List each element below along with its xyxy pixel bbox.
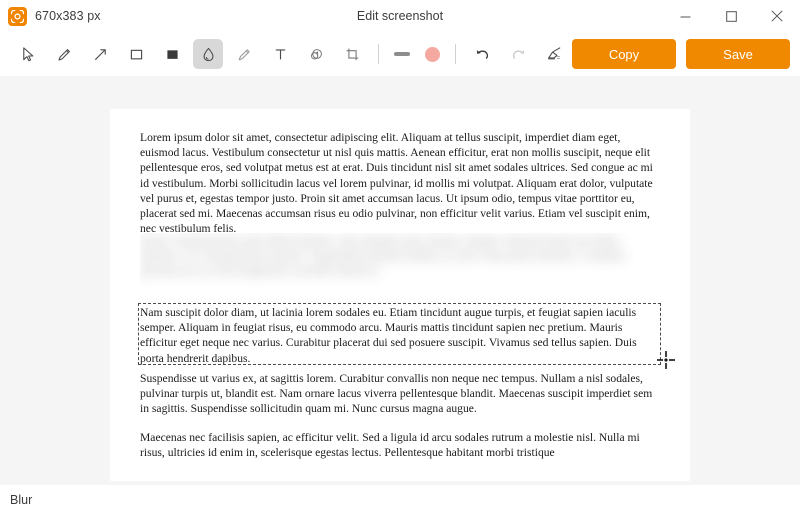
- toolbar-divider-2: [455, 44, 456, 64]
- clear-all-button[interactable]: [539, 39, 569, 69]
- document-text-selected: Nam suscipit dolor diam, ut lacinia lore…: [140, 305, 660, 366]
- document-text-top: Lorem ipsum dolor sit amet, consectetur …: [140, 130, 660, 249]
- thickness-bar-icon: [394, 52, 410, 56]
- close-button[interactable]: [754, 0, 800, 32]
- maximize-button[interactable]: [708, 0, 754, 32]
- blurred-paragraph-region[interactable]: Donec euismod purus eget nibh tincidunt,…: [140, 233, 660, 295]
- paragraph-4: Suspendisse ut varius ex, at sagittis lo…: [140, 372, 653, 416]
- blurred-paragraph-text: Donec euismod purus eget nibh tincidunt,…: [140, 234, 626, 278]
- canvas-area[interactable]: Lorem ipsum dolor sit amet, consectetur …: [0, 76, 800, 485]
- stroke-size-selector[interactable]: [387, 39, 417, 69]
- toolbar-divider: [378, 44, 379, 64]
- status-bar: Blur: [0, 485, 800, 515]
- edit-screenshot-window: 670x383 px Edit screenshot Copy Save Lor…: [0, 0, 800, 515]
- window-controls: [662, 0, 800, 32]
- editing-toolbar: Copy Save: [0, 32, 800, 76]
- tool-text[interactable]: [265, 39, 295, 69]
- tool-arrow[interactable]: [85, 39, 115, 69]
- image-dimensions-label: 670x383 px: [35, 9, 101, 23]
- tool-rectangle-filled[interactable]: [157, 39, 187, 69]
- tool-rectangle-outline[interactable]: [121, 39, 151, 69]
- screenshot-page[interactable]: Lorem ipsum dolor sit amet, consectetur …: [110, 109, 690, 481]
- undo-button[interactable]: [467, 39, 497, 69]
- color-swatch-icon: [424, 46, 440, 62]
- title-bar: 670x383 px Edit screenshot: [0, 0, 800, 32]
- document-text-bottom: Suspendisse ut varius ex, at sagittis lo…: [140, 371, 660, 473]
- screenshot-app-icon: [8, 6, 27, 26]
- paragraph-3: Nam suscipit dolor diam, ut lacinia lore…: [140, 306, 637, 365]
- toolbar-actions: Copy Save: [572, 39, 790, 69]
- save-button[interactable]: Save: [686, 39, 790, 69]
- copy-button[interactable]: Copy: [572, 39, 676, 69]
- tool-highlighter[interactable]: [229, 39, 259, 69]
- tool-crop[interactable]: [337, 39, 367, 69]
- minimize-button[interactable]: [662, 0, 708, 32]
- redo-button[interactable]: [503, 39, 533, 69]
- tool-blur[interactable]: [193, 39, 223, 69]
- paragraph-1: Lorem ipsum dolor sit amet, consectetur …: [140, 131, 653, 236]
- active-tool-status-label: Blur: [10, 493, 33, 507]
- color-swatch-selector[interactable]: [417, 39, 447, 69]
- tool-pen[interactable]: [49, 39, 79, 69]
- paragraph-5: Maecenas nec facilisis sapien, ac effici…: [140, 430, 640, 459]
- tool-select[interactable]: [13, 39, 43, 69]
- tool-step-number[interactable]: [301, 39, 331, 69]
